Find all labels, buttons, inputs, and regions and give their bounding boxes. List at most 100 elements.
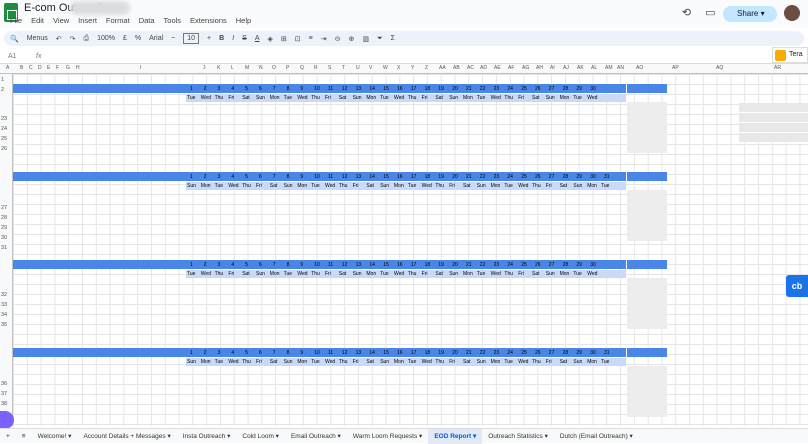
row-header-34[interactable]: 34 bbox=[1, 312, 7, 318]
column-header-AB[interactable]: AB bbox=[453, 65, 460, 71]
comment-icon[interactable]: ▭ bbox=[705, 6, 715, 19]
row-header-23[interactable]: 23 bbox=[1, 116, 7, 122]
column-header-AP[interactable]: AP bbox=[672, 65, 679, 71]
font-size-decrease[interactable]: − bbox=[171, 35, 175, 42]
column-header-K[interactable]: K bbox=[217, 65, 220, 71]
cell-reference[interactable]: A1 bbox=[8, 53, 17, 60]
tab-eod-report[interactable]: EOD Report ▾ bbox=[428, 428, 483, 444]
menu-help[interactable]: Help bbox=[236, 16, 251, 25]
column-header-AE[interactable]: AE bbox=[494, 65, 501, 71]
menu-edit[interactable]: Edit bbox=[31, 16, 44, 25]
column-header-B[interactable]: B bbox=[20, 65, 23, 71]
comment-add-icon[interactable]: ⊕ bbox=[348, 35, 354, 43]
bold-icon[interactable]: B bbox=[219, 35, 224, 42]
italic-icon[interactable]: I bbox=[232, 35, 234, 42]
column-header-W[interactable]: W bbox=[383, 65, 388, 71]
avatar[interactable] bbox=[784, 5, 800, 21]
extension-badge[interactable]: Tera bbox=[772, 47, 808, 63]
zoom-select[interactable]: 100% bbox=[97, 35, 115, 42]
column-header-Y[interactable]: Y bbox=[411, 65, 414, 71]
menu-extensions[interactable]: Extensions bbox=[190, 16, 227, 25]
column-header-AL[interactable]: AL bbox=[591, 65, 597, 71]
column-header-X[interactable]: X bbox=[397, 65, 400, 71]
chart-icon[interactable]: ▥ bbox=[362, 35, 369, 43]
column-header-S[interactable]: S bbox=[328, 65, 331, 71]
column-header-V[interactable]: V bbox=[369, 65, 372, 71]
column-header-I[interactable]: I bbox=[140, 65, 141, 71]
column-header-AK[interactable]: AK bbox=[577, 65, 584, 71]
column-header-A[interactable]: A bbox=[6, 65, 9, 71]
column-header-AJ[interactable]: AJ bbox=[563, 65, 569, 71]
undo-icon[interactable]: ↶ bbox=[56, 35, 62, 43]
currency-icon[interactable]: £ bbox=[123, 35, 127, 42]
column-header-N[interactable]: N bbox=[259, 65, 263, 71]
row-header-38[interactable]: 38 bbox=[1, 401, 7, 407]
wrap-icon[interactable]: ⇥ bbox=[321, 35, 327, 43]
redo-icon[interactable]: ↷ bbox=[70, 35, 76, 43]
menu-format[interactable]: Format bbox=[106, 16, 130, 25]
tab-dutch-email-outreach-[interactable]: Dutch (Email Outreach) ▾ bbox=[554, 429, 639, 444]
column-header-Q[interactable]: Q bbox=[300, 65, 304, 71]
tab-outreach-statistics[interactable]: Outreach Statistics ▾ bbox=[482, 429, 554, 444]
settings-gear-icon[interactable] bbox=[0, 411, 14, 429]
column-header-AN[interactable]: AN bbox=[617, 65, 624, 71]
column-header-J[interactable]: J bbox=[203, 65, 206, 71]
column-header-O[interactable]: O bbox=[272, 65, 276, 71]
column-header-M[interactable]: M bbox=[245, 65, 249, 71]
row-header-26[interactable]: 26 bbox=[1, 146, 7, 152]
borders-icon[interactable]: ⊞ bbox=[281, 35, 287, 43]
tab-warm-loom-requests[interactable]: Warm Loom Requests ▾ bbox=[347, 429, 429, 444]
add-sheet-icon[interactable]: + bbox=[0, 429, 16, 444]
row-header-35[interactable]: 35 bbox=[1, 322, 7, 328]
column-header-D[interactable]: D bbox=[38, 65, 42, 71]
history-icon[interactable]: ⟲ bbox=[682, 6, 691, 19]
share-button[interactable]: Share ▾ bbox=[723, 6, 777, 22]
column-header-P[interactable]: P bbox=[286, 65, 289, 71]
column-header-AO[interactable]: AO bbox=[636, 65, 643, 71]
link-icon[interactable]: ⊝ bbox=[335, 35, 341, 43]
column-header-AM[interactable]: AM bbox=[605, 65, 613, 71]
tab-welcome-[interactable]: Welcome! ▾ bbox=[32, 429, 78, 444]
column-header-AD[interactable]: AD bbox=[480, 65, 487, 71]
tab-insta-outreach[interactable]: Insta Outreach ▾ bbox=[177, 429, 237, 444]
functions-icon[interactable]: Σ bbox=[391, 35, 395, 42]
row-header-29[interactable]: 29 bbox=[1, 225, 7, 231]
merge-icon[interactable]: ⊡ bbox=[295, 35, 301, 43]
tab-email-outreach[interactable]: Email Outreach ▾ bbox=[285, 429, 347, 444]
row-header-32[interactable]: 32 bbox=[1, 292, 7, 298]
row-header-33[interactable]: 33 bbox=[1, 302, 7, 308]
column-header-R[interactable]: R bbox=[314, 65, 318, 71]
menu-insert[interactable]: Insert bbox=[78, 16, 97, 25]
filter-icon[interactable]: ⏷ bbox=[377, 35, 383, 43]
cb-extension-button[interactable]: cb bbox=[786, 275, 808, 297]
text-color-icon[interactable]: A bbox=[255, 35, 260, 42]
column-header-AF[interactable]: AF bbox=[508, 65, 514, 71]
cell-grid[interactable] bbox=[13, 74, 808, 426]
row-header-24[interactable]: 24 bbox=[1, 126, 7, 132]
font-size-input[interactable]: 10 bbox=[183, 33, 200, 44]
row-header-28[interactable]: 28 bbox=[1, 215, 7, 221]
column-header-E[interactable]: E bbox=[47, 65, 50, 71]
column-header-F[interactable]: F bbox=[56, 65, 59, 71]
tab-account-details-messages[interactable]: Account Details + Messages ▾ bbox=[77, 429, 176, 444]
column-header-H[interactable]: H bbox=[76, 65, 80, 71]
percent-icon[interactable]: % bbox=[135, 35, 141, 42]
align-icon[interactable]: ≡ bbox=[309, 35, 313, 42]
row-header-31[interactable]: 31 bbox=[1, 245, 7, 251]
column-header-Z[interactable]: Z bbox=[425, 65, 428, 71]
row-header-27[interactable]: 27 bbox=[1, 205, 7, 211]
row-header-30[interactable]: 30 bbox=[1, 235, 7, 241]
column-header-T[interactable]: T bbox=[342, 65, 345, 71]
row-header-25[interactable]: 25 bbox=[1, 136, 7, 142]
column-header-C[interactable]: C bbox=[29, 65, 33, 71]
column-header-AI[interactable]: AI bbox=[550, 65, 555, 71]
column-header-U[interactable]: U bbox=[356, 65, 360, 71]
column-header-AQ[interactable]: AQ bbox=[716, 65, 723, 71]
column-header-AA[interactable]: AA bbox=[439, 65, 446, 71]
all-sheets-icon[interactable]: ≡ bbox=[16, 429, 32, 444]
search-icon[interactable]: 🔍 bbox=[10, 35, 19, 43]
row-header-37[interactable]: 37 bbox=[1, 391, 7, 397]
menu-view[interactable]: View bbox=[53, 16, 69, 25]
menu-file[interactable]: File bbox=[10, 16, 22, 25]
menu-tools[interactable]: Tools bbox=[164, 16, 182, 25]
